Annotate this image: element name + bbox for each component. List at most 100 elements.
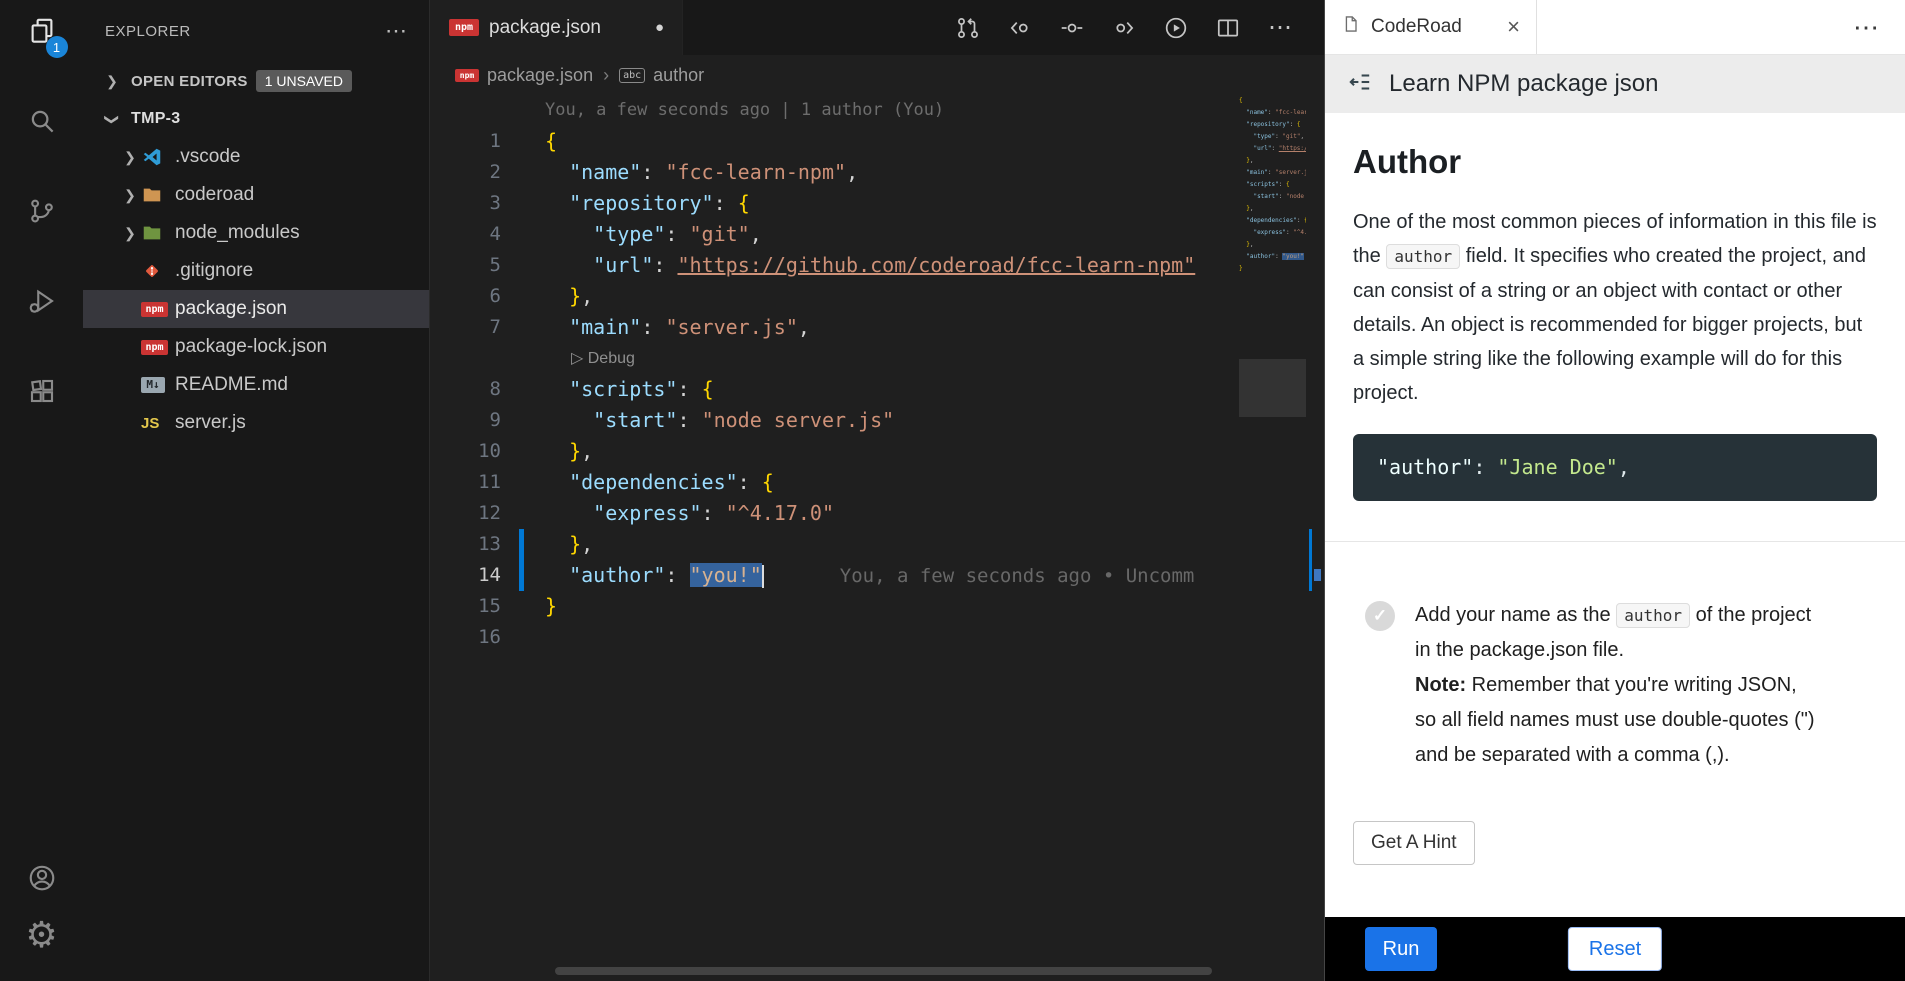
code-line[interactable]: 2 "name": "fcc-learn-npm",: [431, 157, 1324, 188]
code-line[interactable]: 3 "repository": {: [431, 188, 1324, 219]
activity-item-search[interactable]: [18, 100, 66, 146]
open-editors-label: OPEN EDITORS: [131, 73, 248, 90]
task-body: Add your name as the author of the proje…: [1415, 598, 1815, 773]
unsaved-badge: 1 UNSAVED: [256, 70, 352, 92]
line-number: 10: [431, 436, 501, 467]
line-number: 15: [431, 591, 501, 622]
breadcrumb-symbol-label: author: [653, 65, 704, 86]
tutorial-title: Learn NPM package json: [1389, 70, 1658, 98]
tree-item-package-lock-json[interactable]: npmpackage-lock.json: [83, 328, 429, 366]
minimap[interactable]: { "name": "fcc-learn-npm", "repository":…: [1239, 95, 1306, 981]
line-number: 9: [431, 405, 501, 436]
code-line[interactable]: 8 "scripts": {: [431, 374, 1324, 405]
content-divider: [1325, 541, 1905, 542]
minimap-slider[interactable]: [1239, 359, 1306, 417]
code-line[interactable]: 9 "start": "node server.js": [431, 405, 1324, 436]
line-number: 8: [431, 374, 501, 405]
tree-item-vscode[interactable]: ❯.vscode: [83, 138, 429, 176]
minimap-line: "name": "fcc-learn-npm",: [1239, 107, 1306, 119]
line-number: 16: [431, 622, 501, 653]
code-area[interactable]: You, a few seconds ago | 1 author (You)1…: [431, 95, 1324, 981]
chevron-right-icon: ❯: [119, 187, 141, 204]
line-number: 12: [431, 498, 501, 529]
minimap-line: }: [1239, 263, 1306, 275]
activity-item-run-debug[interactable]: [18, 280, 66, 326]
inline-code: author: [1386, 244, 1460, 269]
text-cursor: [762, 565, 764, 588]
open-editors-row[interactable]: ❯ OPEN EDITORS 1 UNSAVED: [83, 62, 429, 100]
tab-package-json[interactable]: npm package.json ●: [431, 0, 683, 55]
code-line[interactable]: 14 "author": "you!"You, a few seconds ag…: [431, 560, 1324, 591]
section-title: Author: [1353, 143, 1877, 181]
vscode-window: 1: [0, 0, 1905, 981]
code-line[interactable]: 10 },: [431, 436, 1324, 467]
minimap-line: "url": "https://github.com/coderoad/fcc-…: [1239, 143, 1306, 155]
tree-item-server-js[interactable]: JSserver.js: [83, 404, 429, 442]
code-line[interactable]: 6 },: [431, 281, 1324, 312]
horizontal-scrollbar[interactable]: [555, 967, 1212, 975]
activity-item-explorer[interactable]: 1: [18, 10, 66, 56]
tree-item-readme-md[interactable]: M↓README.md: [83, 366, 429, 404]
breadcrumb: npm package.json › abc author: [431, 55, 1324, 95]
code-line[interactable]: 1{: [431, 126, 1324, 157]
code-line[interactable]: 4 "type": "git",: [431, 219, 1324, 250]
line-number: 2: [431, 157, 501, 188]
explorer-sidebar: EXPLORER ⋯ ❯ OPEN EDITORS 1 UNSAVED ❯ TM…: [83, 0, 430, 981]
code-line[interactable]: 7 "main": "server.js",: [431, 312, 1324, 343]
minimap-line: "repository": {: [1239, 119, 1306, 131]
panel-more-icon[interactable]: ⋯: [1853, 14, 1905, 40]
run-button[interactable]: Run: [1365, 927, 1437, 971]
code-line[interactable]: 11 "dependencies": {: [431, 467, 1324, 498]
extensions-icon: [27, 376, 57, 411]
activity-item-source-control[interactable]: [18, 190, 66, 236]
codelens[interactable]: ▷ Debug: [431, 343, 1324, 374]
settings-button[interactable]: ⚙: [18, 913, 66, 959]
tree-item-node-modules[interactable]: ❯node_modules: [83, 214, 429, 252]
activity-item-extensions[interactable]: [18, 370, 66, 416]
task-item: ✓ Add your name as the author of the pro…: [1353, 598, 1877, 773]
npm-icon: npm: [141, 335, 169, 359]
account-button[interactable]: [18, 857, 66, 903]
line-number: 5: [431, 250, 501, 281]
code-line[interactable]: 15}: [431, 591, 1324, 622]
code-line[interactable]: 13 },: [431, 529, 1324, 560]
split-editor-icon[interactable]: [1214, 14, 1242, 42]
code-line[interactable]: 5 "url": "https://github.com/coderoad/fc…: [431, 250, 1324, 281]
minimap-line: [1239, 275, 1306, 287]
file-name: node_modules: [175, 222, 300, 244]
back-to-menu-icon[interactable]: [1347, 69, 1373, 100]
code-line[interactable]: 12 "express": "^4.17.0": [431, 498, 1324, 529]
file-tree: ❯.vscode❯coderoad❯node_modules.gitignore…: [83, 138, 429, 442]
explorer-badge: 1: [46, 36, 68, 58]
hint-button[interactable]: Get A Hint: [1353, 821, 1475, 865]
more-actions-icon[interactable]: ⋯: [1266, 14, 1294, 42]
tree-item-gitignore[interactable]: .gitignore: [83, 252, 429, 290]
step-back-icon[interactable]: [1006, 14, 1034, 42]
source-control-compare-icon[interactable]: [954, 14, 982, 42]
minimap-line: "main": "server.js",: [1239, 167, 1306, 179]
step-forward-icon[interactable]: [1110, 14, 1138, 42]
file-name: server.js: [175, 412, 246, 434]
run-file-icon[interactable]: [1162, 14, 1190, 42]
close-icon[interactable]: ×: [1507, 16, 1520, 38]
current-step-icon[interactable]: [1058, 14, 1086, 42]
reset-button[interactable]: Reset: [1568, 927, 1662, 971]
tree-item-coderoad[interactable]: ❯coderoad: [83, 176, 429, 214]
breadcrumb-item-file[interactable]: npm package.json: [455, 65, 593, 86]
chevron-right-icon: ❯: [101, 73, 123, 90]
minimap-line: "dependencies": {: [1239, 215, 1306, 227]
breadcrumb-item-symbol[interactable]: abc author: [619, 65, 704, 86]
tab-coderoad[interactable]: CodeRoad ×: [1325, 0, 1537, 54]
minimap-line: "type": "git",: [1239, 131, 1306, 143]
code-line[interactable]: 16: [431, 622, 1324, 653]
chevron-right-icon: ❯: [119, 149, 141, 166]
explorer-more-icon[interactable]: ⋯: [385, 20, 407, 42]
tree-item-package-json[interactable]: npmpackage.json: [83, 290, 429, 328]
line-number: [431, 95, 501, 126]
line-number: 1: [431, 126, 501, 157]
npm-icon: npm: [455, 69, 479, 82]
source-control-icon: [27, 196, 57, 231]
activity-bar-bottom: ⚙: [18, 857, 66, 981]
folder-green-icon: [141, 221, 169, 245]
workspace-root-row[interactable]: ❯ TMP-3: [83, 100, 429, 138]
